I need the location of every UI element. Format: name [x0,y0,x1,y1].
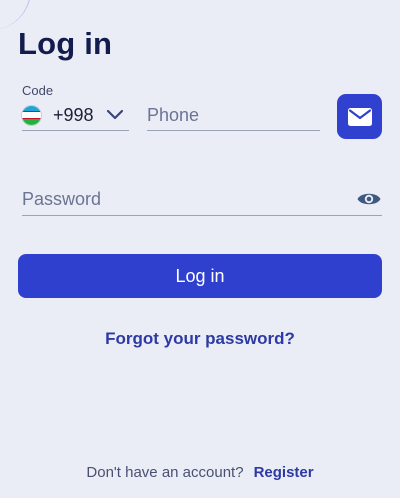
mail-icon [347,107,372,126]
email-login-button[interactable] [337,94,382,139]
chevron-down-icon [106,106,124,124]
country-code-select[interactable]: +998 [22,100,129,131]
eye-icon [357,193,381,205]
code-label: Code [22,83,54,98]
uzbekistan-flag-icon [22,105,41,125]
register-prompt: Don't have an account? Register [0,464,400,481]
register-link[interactable]: Register [254,464,314,481]
password-underline [22,215,382,216]
show-password-toggle[interactable] [356,189,382,209]
forgot-password-link[interactable]: Forgot your password? [0,329,400,349]
no-account-text: Don't have an account? [86,464,244,481]
password-input[interactable] [22,183,352,215]
login-button[interactable]: Log in [18,254,382,298]
login-screen: Log in Code +998 Log in [0,0,400,498]
page-title: Log in [18,26,113,61]
dial-code: +998 [53,104,94,125]
phone-input[interactable] [147,100,320,131]
